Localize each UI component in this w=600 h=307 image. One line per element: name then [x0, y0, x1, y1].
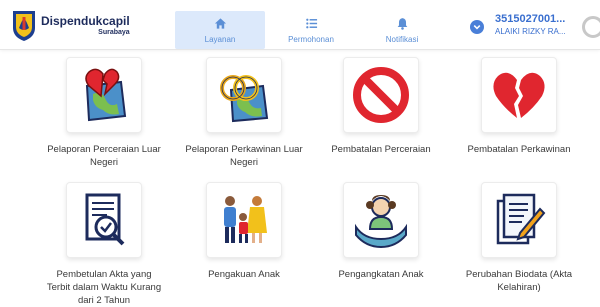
service-icon-box	[481, 57, 557, 133]
user-name: ALAIKI RIZKY RA...	[495, 27, 566, 36]
family-icon	[224, 196, 267, 243]
broken-heart-icon	[493, 72, 545, 118]
service-label: Pelaporan Perkawinan Luar Negeri	[185, 144, 303, 168]
service-card-pembatalan-perceraian[interactable]: Pembatalan Perceraian	[321, 57, 441, 156]
document-magnifier-icon	[85, 193, 125, 246]
child-in-hands-icon	[355, 195, 407, 249]
service-label: Pengakuan Anak	[208, 269, 280, 280]
broken-heart-globe-icon	[85, 68, 127, 122]
service-label: Pelaporan Perceraian Luar Negeri	[47, 144, 161, 168]
service-icon-box	[66, 57, 142, 133]
avatar[interactable]	[582, 16, 600, 38]
nav-tab-permohonan[interactable]: Permohonan	[270, 11, 352, 49]
nav-tab-label: Permohonan	[288, 34, 334, 44]
service-card-pembetulan-akta[interactable]: Pembetulan Akta yang Terbit dalam Waktu …	[44, 182, 164, 307]
nav-tab-layanan[interactable]: Layanan	[175, 11, 265, 49]
brand-name: Dispendukcapil	[41, 13, 130, 28]
brand[interactable]: Dispendukcapil Surabaya	[10, 8, 130, 42]
service-card-pelaporan-perkawinan-ln[interactable]: Pelaporan Perkawinan Luar Negeri	[184, 57, 304, 169]
bell-icon	[397, 17, 407, 30]
service-label: Perubahan Biodata (Akta Kelahiran)	[465, 269, 573, 293]
surabaya-shield-logo	[13, 11, 35, 41]
service-card-pembatalan-perkawinan[interactable]: Pembatalan Perkawinan	[459, 57, 579, 156]
nav-tab-label: Layanan	[204, 34, 236, 44]
service-icon-box	[66, 182, 142, 258]
service-icon-box	[481, 182, 557, 258]
service-label: Pembatalan Perceraian	[331, 144, 431, 155]
service-icon-box	[206, 182, 282, 258]
service-label: Pengangkatan Anak	[338, 269, 424, 280]
chevron-down-icon[interactable]	[470, 20, 484, 34]
service-icon-box	[206, 57, 282, 133]
service-icon-box	[343, 182, 419, 258]
service-label: Pembetulan Akta yang Terbit dalam Waktu …	[46, 269, 162, 306]
user-nik: 3515027001...	[495, 13, 566, 25]
nav-tab-label: Notifikasi	[385, 34, 419, 44]
document-pen-icon	[496, 193, 546, 245]
user-menu[interactable]: 3515027001... ALAIKI RIZKY RA...	[470, 14, 566, 36]
service-card-pengangkatan-anak[interactable]: Pengangkatan Anak	[321, 182, 441, 281]
top-bar: Dispendukcapil Surabaya Layanan Permohon…	[0, 0, 600, 50]
rings-globe-icon	[220, 75, 269, 123]
service-card-perubahan-biodata[interactable]: Perubahan Biodata (Akta Kelahiran)	[459, 182, 579, 294]
service-card-pengakuan-anak[interactable]: Pengakuan Anak	[184, 182, 304, 281]
brand-city: Surabaya	[98, 28, 130, 36]
service-icon-box	[343, 57, 419, 133]
service-label: Pembatalan Perkawinan	[467, 144, 571, 155]
prohibited-sign-icon	[353, 67, 409, 123]
home-icon	[214, 17, 226, 29]
nav-tab-notifikasi[interactable]: Notifikasi	[358, 11, 446, 49]
service-card-pelaporan-perceraian-ln[interactable]: Pelaporan Perceraian Luar Negeri	[44, 57, 164, 169]
list-icon	[305, 18, 317, 28]
